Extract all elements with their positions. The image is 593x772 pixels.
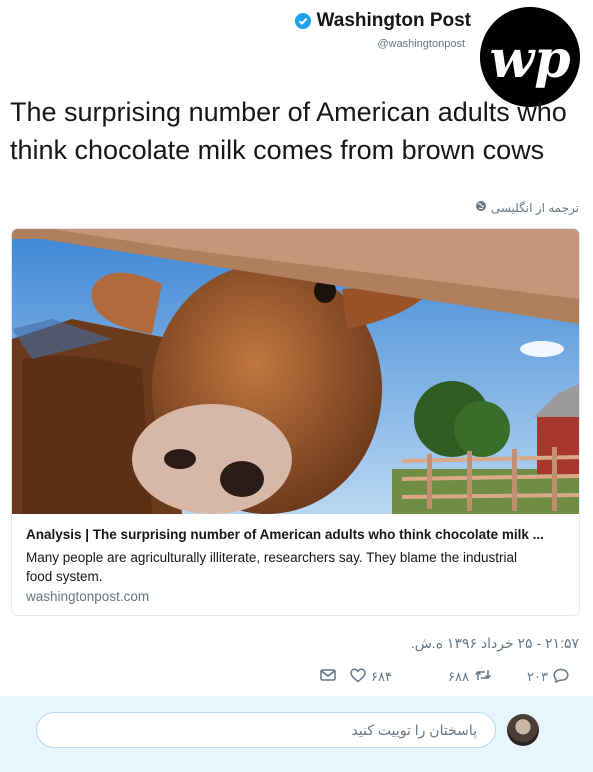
card-title[interactable]: Analysis | The surprising number of Amer… [26, 527, 571, 542]
retweet-icon [474, 668, 492, 685]
tweet-text: The surprising number of American adults… [10, 97, 567, 165]
author-handle[interactable]: @washingtonpost [377, 38, 465, 50]
reply-bar: پاسختان را توییت کنید [0, 696, 593, 772]
envelope-icon [320, 668, 336, 685]
author-name-row[interactable]: Washington Post [294, 10, 471, 32]
dm-button[interactable] [320, 668, 336, 685]
translate-label[interactable]: ترجمه از انگلیسی [491, 201, 579, 215]
tweet-header: Washington Post @washingtonpost wp [0, 0, 593, 107]
card-description: Many people are agriculturally illiterat… [26, 550, 517, 584]
card-image[interactable] [12, 229, 579, 514]
reply-input[interactable]: پاسختان را توییت کنید [36, 712, 496, 748]
tweet-timestamp[interactable]: ۲۱:۵۷ - ۲۵ خرداد ۱۳۹۶ ه.ش. [411, 635, 579, 652]
author-avatar[interactable]: wp [480, 7, 580, 107]
card-domain[interactable]: washingtonpost.com [26, 589, 149, 604]
reply-button[interactable]: ۲۰۳ [527, 668, 569, 686]
reply-count: ۲۰۳ [527, 669, 548, 684]
like-count: ۶۸۴ [371, 669, 392, 684]
translate-link[interactable]: ترجمه از انگلیسی [475, 200, 579, 215]
svg-text:wp: wp [489, 29, 570, 90]
link-card[interactable]: Analysis | The surprising number of Amer… [11, 228, 580, 616]
current-user-avatar[interactable] [507, 714, 539, 746]
action-bar: ۶۸۴ ۶۸۸ ۲۰۳ [0, 668, 593, 690]
heart-icon [350, 668, 366, 686]
reply-icon [553, 668, 569, 686]
like-button[interactable]: ۶۸۴ [350, 668, 392, 686]
retweet-button[interactable]: ۶۸۸ [448, 668, 492, 685]
globe-icon [475, 200, 487, 215]
retweet-count: ۶۸۸ [448, 668, 469, 684]
verified-badge-icon [294, 13, 311, 29]
author-name[interactable]: Washington Post [317, 10, 471, 32]
